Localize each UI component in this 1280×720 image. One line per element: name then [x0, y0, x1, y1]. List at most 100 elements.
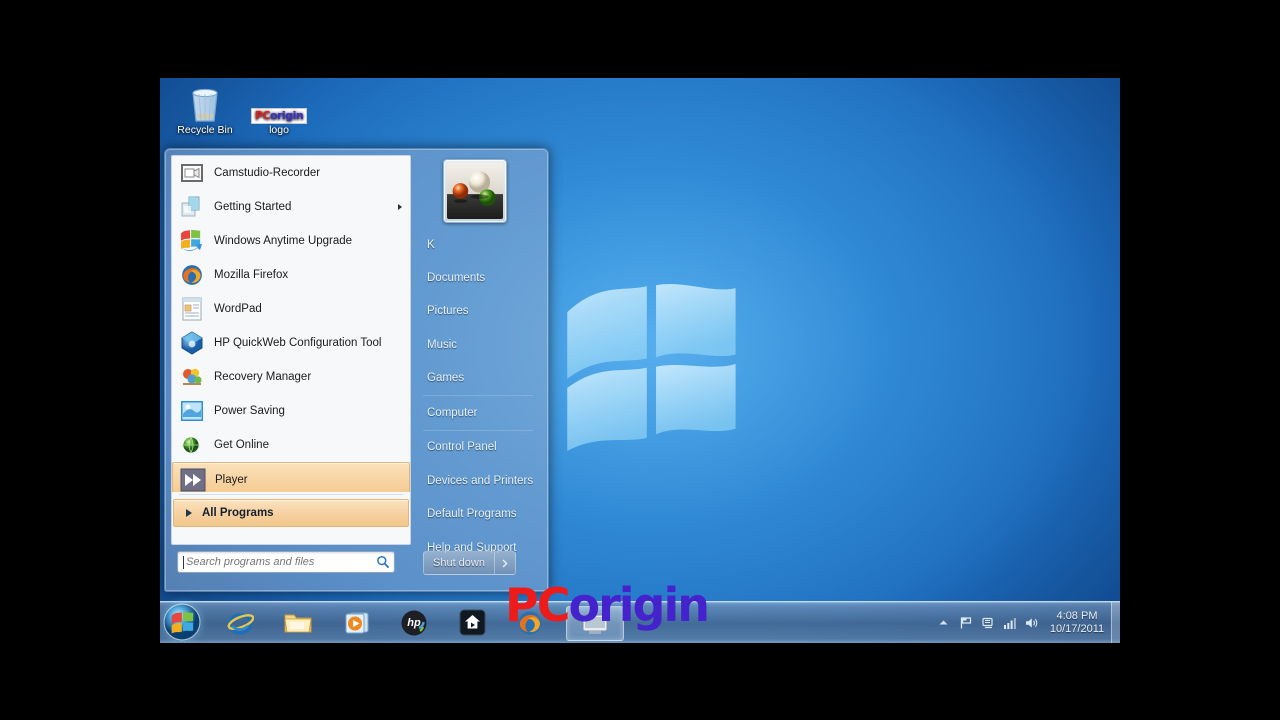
all-programs-label: All Programs: [202, 507, 274, 519]
logo-badge-blue: origin: [269, 109, 304, 122]
speaker-icon[interactable]: [1024, 615, 1039, 630]
right-item-label: K: [427, 239, 435, 251]
divider: [179, 494, 403, 495]
start-menu-right-item-control-panel[interactable]: Control Panel: [415, 431, 541, 465]
start-menu-left-pane: Camstudio-Recorder Getting Started Windows…: [171, 155, 411, 545]
start-menu-item-camstudio-recorder[interactable]: Camstudio-Recorder: [172, 156, 410, 190]
start-menu-right-item-games[interactable]: Games: [415, 362, 541, 396]
right-pane-items[interactable]: K Documents Pictures Music Games Computer Cont…: [415, 229, 541, 565]
start-menu-item-label: WordPad: [214, 303, 262, 315]
start-menu-item-label: Power Saving: [214, 405, 285, 417]
start-menu-item-recovery-manager[interactable]: Recovery Manager: [172, 360, 410, 394]
search-icon[interactable]: [376, 555, 390, 569]
camstudio-window-icon: [582, 614, 608, 634]
program-list[interactable]: Camstudio-Recorder Getting Started Windows…: [172, 156, 410, 492]
player-icon: [179, 467, 207, 492]
power-saving-icon: [178, 398, 206, 424]
right-item-label: Computer: [427, 406, 478, 419]
taskbar-button-windows-explorer[interactable]: [278, 606, 318, 639]
media-center-icon: [459, 609, 485, 636]
hp-quickweb-icon: [178, 330, 206, 356]
submenu-arrow-icon: [398, 204, 402, 210]
right-triangle-icon: [186, 509, 192, 517]
desktop-icon-label: logo: [269, 124, 289, 136]
right-item-label: Control Panel: [427, 441, 497, 454]
all-programs-button[interactable]: All Programs: [173, 499, 409, 527]
start-menu[interactable]: Camstudio-Recorder Getting Started Windows…: [164, 148, 549, 592]
start-menu-right-item-pictures[interactable]: Pictures: [415, 295, 541, 329]
flag-icon[interactable]: [958, 615, 973, 630]
start-menu-item-label: Get Online: [214, 439, 269, 451]
screen: Recycle Bin PCorigin logo Camstudio-Reco…: [0, 0, 1280, 720]
show-desktop-button[interactable]: [1111, 602, 1120, 643]
chevron-right-icon: [502, 558, 509, 568]
folder-icon: [284, 614, 312, 632]
start-menu-item-label: Recovery Manager: [214, 371, 312, 383]
right-item-label: Default Programs: [427, 508, 517, 521]
windows-start-orb: [163, 603, 201, 641]
avatar[interactable]: [443, 159, 507, 223]
taskbar-button-mozilla-firefox[interactable]: [510, 606, 550, 639]
media-player-icon: [345, 612, 369, 633]
start-menu-right-item-devices-and-printers[interactable]: Devices and Printers: [415, 464, 541, 498]
taskbar-button-windows-media-player[interactable]: [336, 606, 376, 639]
clock-time: 4:08 PM: [1056, 609, 1098, 622]
pcorigin-logo-image: PCorigin: [240, 82, 318, 124]
start-menu-item-label: Getting Started: [214, 201, 292, 213]
chevron-up-icon[interactable]: [936, 615, 951, 630]
network-icon[interactable]: [980, 615, 995, 630]
shutdown-options-button[interactable]: [493, 551, 516, 575]
wordpad-icon: [178, 296, 206, 322]
clock[interactable]: 4:08 PM 10/17/2011: [1046, 610, 1108, 636]
start-menu-right-item-music[interactable]: Music: [415, 328, 541, 362]
start-menu-right-item-documents[interactable]: Documents: [415, 261, 541, 295]
start-menu-item-power-saving[interactable]: Power Saving: [172, 394, 410, 428]
video-frame: Recycle Bin PCorigin logo Camstudio-Reco…: [160, 78, 1120, 643]
start-menu-item-windows-anytime-upgrade[interactable]: Windows Anytime Upgrade: [172, 224, 410, 258]
system-tray[interactable]: 4:08 PM 10/17/2011: [936, 602, 1116, 643]
start-menu-item-get-online[interactable]: Get Online: [172, 428, 410, 462]
firefox-icon: [178, 262, 206, 288]
right-item-label: Documents: [427, 271, 486, 284]
getting-started-icon: [178, 194, 206, 220]
start-menu-item-getting-started[interactable]: Getting Started: [172, 190, 410, 224]
start-menu-item-label: HP QuickWeb Configuration Tool: [214, 337, 382, 349]
start-button[interactable]: [163, 603, 201, 641]
right-item-label: Music: [427, 338, 458, 351]
taskbar-button-hp-support-assistant[interactable]: hp: [394, 606, 434, 639]
windows-anytime-upgrade-icon: [178, 228, 206, 254]
start-menu-right-item-k[interactable]: K: [415, 229, 541, 261]
shutdown-label: Shut down: [433, 557, 485, 569]
start-menu-item-wordpad[interactable]: WordPad: [172, 292, 410, 326]
start-menu-item-player[interactable]: Player: [172, 462, 410, 492]
clock-date: 10/17/2011: [1049, 622, 1105, 635]
get-online-icon: [178, 432, 206, 458]
taskbar-button-media-center[interactable]: [452, 606, 492, 639]
marbles-avatar: [447, 163, 503, 219]
search-area[interactable]: [177, 551, 395, 573]
shutdown-area[interactable]: Shut down: [423, 551, 516, 575]
taskbar-button-camstudio-window[interactable]: [566, 606, 624, 641]
taskbar[interactable]: hp 4:08 PM 10/17/2011: [160, 601, 1120, 643]
taskbar-button-internet-explorer[interactable]: [220, 606, 260, 639]
desktop-icon-recycle-bin[interactable]: Recycle Bin: [166, 82, 244, 136]
right-item-label: Devices and Printers: [427, 474, 534, 487]
start-menu-item-hp-quickweb-configuration-tool[interactable]: HP QuickWeb Configuration Tool: [172, 326, 410, 360]
internet-explorer-icon: [227, 613, 254, 634]
search-input[interactable]: [184, 556, 376, 568]
recovery-manager-icon: [178, 364, 206, 390]
start-menu-item-label: Mozilla Firefox: [214, 269, 289, 281]
start-menu-right-item-computer[interactable]: Computer: [415, 396, 541, 430]
shutdown-button[interactable]: Shut down: [423, 551, 494, 575]
right-item-label: Pictures: [427, 305, 469, 318]
hp-icon: hp: [401, 610, 427, 635]
right-item-label: Games: [427, 372, 465, 385]
start-menu-right-item-default-programs[interactable]: Default Programs: [415, 498, 541, 532]
start-menu-item-mozilla-firefox[interactable]: Mozilla Firefox: [172, 258, 410, 292]
recycle-bin-icon: [166, 82, 244, 124]
camstudio-icon: [178, 160, 206, 186]
desktop-icon-label: Recycle Bin: [177, 124, 233, 136]
start-menu-item-label: Camstudio-Recorder: [214, 167, 321, 179]
desktop-icon-logo[interactable]: PCorigin logo: [240, 82, 318, 136]
signal-bars-icon[interactable]: [1002, 615, 1017, 630]
